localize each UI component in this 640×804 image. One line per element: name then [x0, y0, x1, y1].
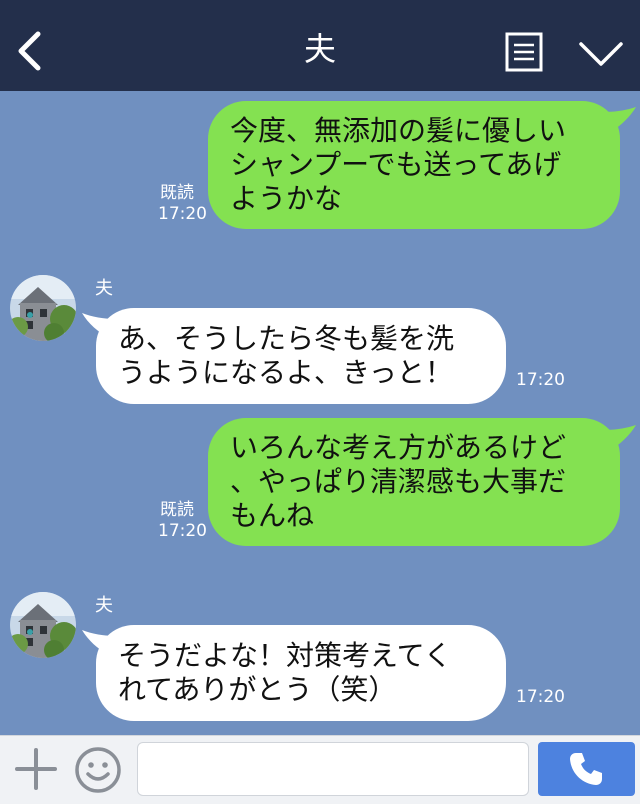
phone-icon	[570, 753, 602, 785]
message-line: うようになるよ、きっと！	[118, 356, 453, 389]
chevron-down-icon[interactable]	[578, 38, 624, 70]
message-line: あ、そうしたら冬も髪を洗	[118, 322, 455, 355]
avatar[interactable]	[10, 275, 76, 341]
input-bar	[0, 735, 640, 804]
message-list[interactable]: 今度、無添加の髪に優しい シャンプーでも送ってあげ ようかな 既読 17:20 …	[0, 91, 640, 735]
note-icon[interactable]	[505, 32, 543, 72]
message-time: 17:20	[516, 687, 565, 707]
message-line: そうだよな！対策考えてく	[118, 639, 452, 672]
avatar[interactable]	[10, 592, 76, 658]
sender-name: 夫	[95, 278, 113, 299]
message-bubble[interactable]: 今度、無添加の髪に優しい シャンプーでも送ってあげ ようかな	[208, 101, 620, 229]
message-time: 17:20	[158, 521, 207, 541]
message-bubble[interactable]: いろんな考え方があるけど 、やっぱり清潔感も大事だ もんね	[208, 418, 620, 546]
call-button[interactable]	[538, 742, 635, 796]
plus-icon[interactable]	[14, 747, 58, 791]
smile-icon[interactable]	[74, 746, 122, 794]
read-receipt: 既読	[160, 183, 194, 203]
message-time: 17:20	[158, 204, 207, 224]
message-line: 今度、無添加の髪に優しい	[230, 114, 567, 147]
message-time: 17:20	[516, 370, 565, 390]
message-line: 、やっぱり清潔感も大事だ	[230, 465, 567, 498]
read-receipt: 既読	[160, 500, 194, 520]
sender-name: 夫	[95, 595, 113, 616]
chat-title: 夫	[303, 30, 336, 68]
message-line: いろんな考え方があるけど	[230, 431, 567, 464]
message-line: もんね	[230, 499, 315, 532]
message-input[interactable]	[137, 742, 529, 796]
message-bubble[interactable]: あ、そうしたら冬も髪を洗 うようになるよ、きっと！	[96, 308, 506, 404]
message-bubble[interactable]: そうだよな！対策考えてく れてありがとう（笑）	[96, 625, 506, 721]
message-line: シャンプーでも送ってあげ	[230, 148, 562, 181]
message-line: ようかな	[230, 182, 343, 215]
chat-header: 夫	[0, 0, 640, 91]
message-line: れてありがとう（笑）	[118, 673, 397, 706]
